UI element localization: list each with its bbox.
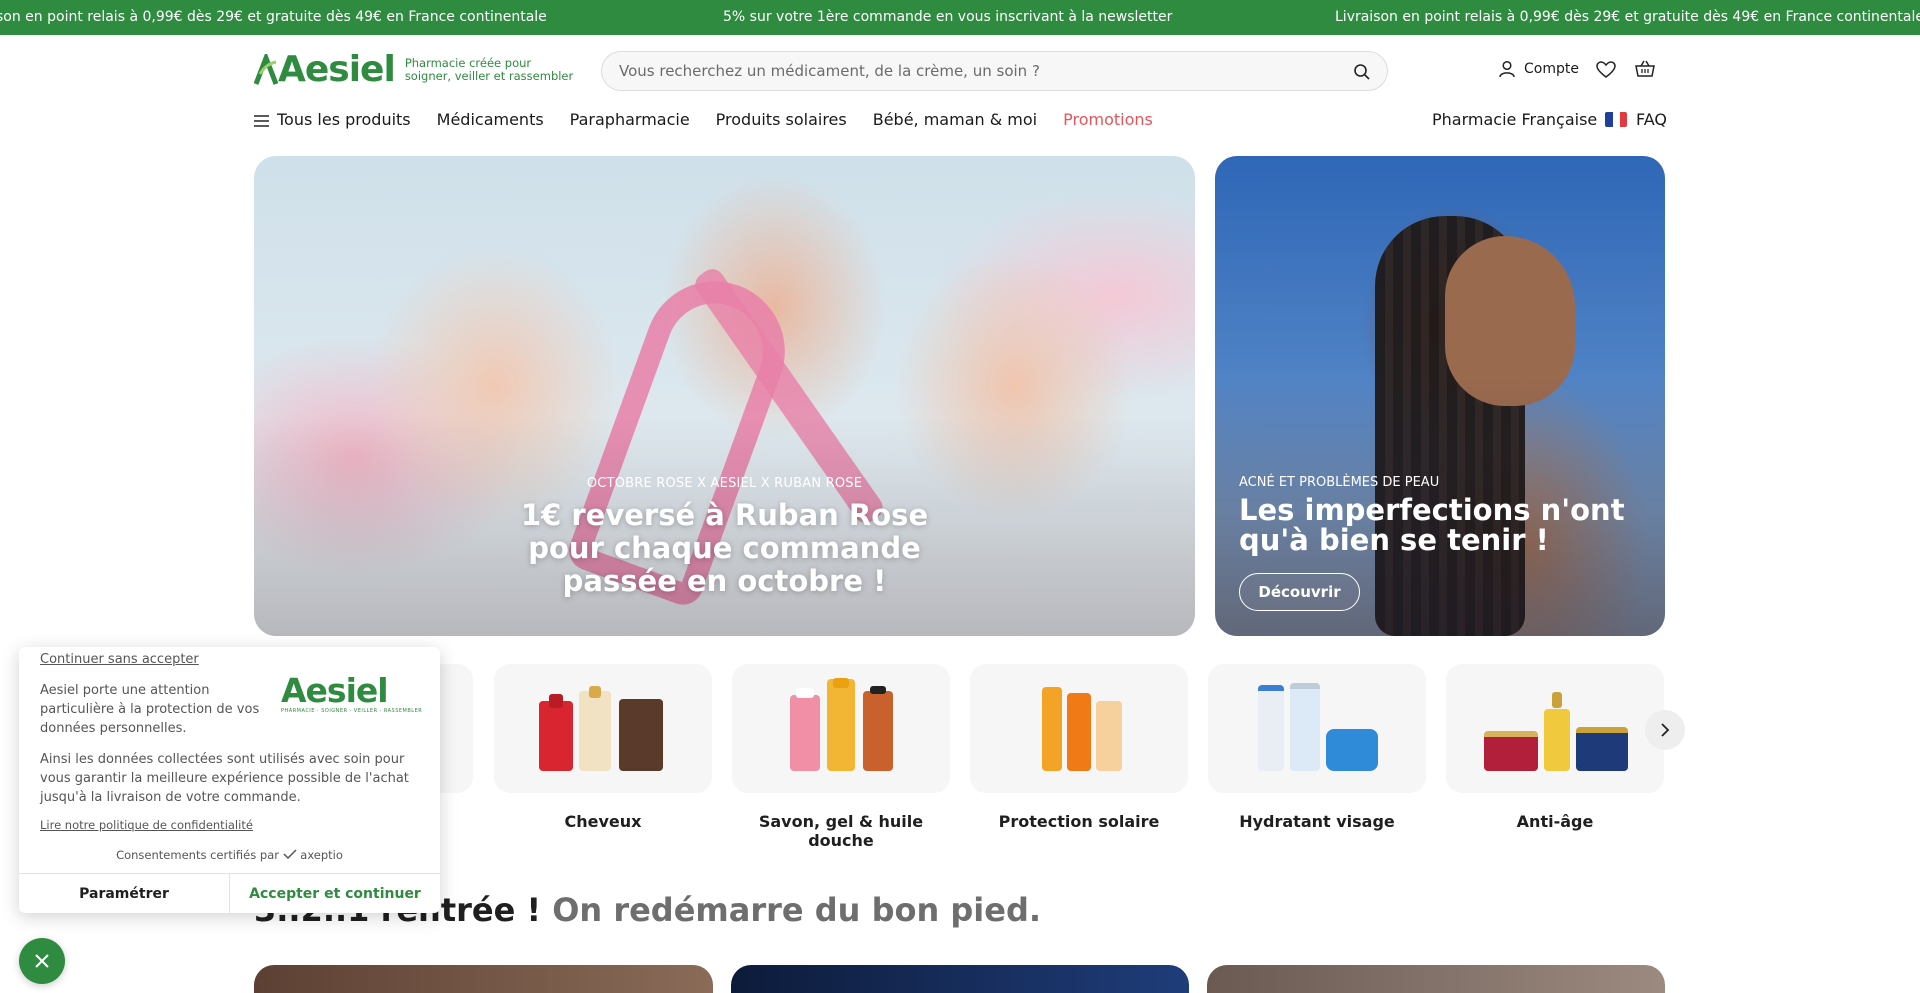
announcement-message[interactable]: 5% sur votre 1ère commande en vous inscr… xyxy=(723,9,1172,25)
heart-icon[interactable] xyxy=(1596,61,1616,79)
announcement-bar: son en point relais à 0,99€ dès 29€ et g… xyxy=(0,0,1920,35)
search-bar xyxy=(601,51,1388,91)
privacy-policy-link[interactable]: Lire notre politique de confidentialité xyxy=(40,818,253,832)
french-flag-icon xyxy=(1605,112,1628,127)
certifier-name: axeptio xyxy=(300,848,343,862)
category-label: Hydratant visage xyxy=(1239,812,1395,831)
category-label: Protection solaire xyxy=(998,812,1160,831)
search-icon[interactable] xyxy=(1353,63,1371,81)
pharmacy-origin: Pharmacie Française xyxy=(1432,110,1628,129)
certified-label: Consentements certifiés par xyxy=(116,848,279,862)
close-icon xyxy=(35,954,49,968)
account-link[interactable]: Compte xyxy=(1498,60,1579,78)
hero-headline: 1€ reversé à Ruban Rose pour chaque comm… xyxy=(520,498,929,598)
main-nav: Tous les produits Médicaments Parapharma… xyxy=(254,110,1179,129)
category-card-cheveux[interactable]: Cheveux xyxy=(494,664,712,831)
promo-card[interactable] xyxy=(254,965,713,993)
leaf-icon xyxy=(254,54,278,85)
nav-item-all-products[interactable]: Tous les produits xyxy=(254,110,411,129)
carousel-next-button[interactable] xyxy=(1645,710,1685,750)
consent-text: Aesiel porte une attention particulière … xyxy=(40,683,260,736)
discover-button[interactable]: Découvrir xyxy=(1239,573,1360,611)
hero-eyebrow: OCTOBRE ROSE X AESIEL X RUBAN ROSE xyxy=(586,476,863,491)
consent-settings-button[interactable]: Paramétrer xyxy=(19,874,230,913)
category-image xyxy=(1208,664,1426,793)
user-icon xyxy=(1499,60,1515,78)
hero-banner-side[interactable]: ACNÉ ET PROBLÈMES DE PEAU Les imperfecti… xyxy=(1215,156,1665,636)
announcement-message: son en point relais à 0,99€ dès 29€ et g… xyxy=(0,9,547,25)
nav-item-bebe-maman[interactable]: Bébé, maman & moi xyxy=(873,110,1037,129)
category-image xyxy=(732,664,950,793)
consent-logo-tagline: PHARMACIE · SOIGNER · VEILLER · RASSEMBL… xyxy=(281,708,423,714)
nav-item-produits-solaires[interactable]: Produits solaires xyxy=(716,110,847,129)
accept-and-continue-button[interactable]: Accepter et continuer xyxy=(230,874,440,913)
category-label: Savon, gel & huile douche xyxy=(758,812,924,850)
hero-main-text: OCTOBRE ROSE X AESIEL X RUBAN ROSE 1€ re… xyxy=(254,476,1195,598)
announcement-message: Livraison en point relais à 0,99€ dès 29… xyxy=(1335,9,1920,25)
category-image xyxy=(494,664,712,793)
site-logo[interactable]: Aesiel Pharmacie créée pour soigner, vei… xyxy=(254,52,575,88)
hero-banner-main[interactable]: OCTOBRE ROSE X AESIEL X RUBAN ROSE 1€ re… xyxy=(254,156,1195,636)
category-card-anti-age[interactable]: Anti-âge xyxy=(1446,664,1664,831)
close-consent-button[interactable] xyxy=(19,938,65,984)
checkmark-icon xyxy=(283,849,297,860)
category-card-savon[interactable]: Savon, gel & huile douche xyxy=(732,664,950,850)
promo-card[interactable] xyxy=(731,965,1189,993)
logo-tagline: Pharmacie créée pour soigner, veiller et… xyxy=(404,56,574,83)
hero-eyebrow: ACNÉ ET PROBLÈMES DE PEAU xyxy=(1239,475,1440,490)
continue-without-accepting-link[interactable]: Continuer sans accepter xyxy=(40,652,199,667)
chevron-right-icon xyxy=(1661,723,1670,737)
nav-item-medicaments[interactable]: Médicaments xyxy=(437,110,544,129)
nav-item-parapharmacie[interactable]: Parapharmacie xyxy=(570,110,690,129)
logo-wordmark: Aesiel xyxy=(278,49,396,90)
category-label: Cheveux xyxy=(564,812,642,831)
nav-item-promotions[interactable]: Promotions xyxy=(1063,110,1153,129)
menu-icon xyxy=(254,114,269,127)
pharmacy-label: Pharmacie Française xyxy=(1432,110,1598,129)
account-label: Compte xyxy=(1524,61,1579,77)
category-label: Anti-âge xyxy=(1516,812,1594,831)
consent-certification: Consentements certifiés par axeptio xyxy=(19,848,440,862)
basket-icon[interactable] xyxy=(1635,60,1655,78)
search-input[interactable] xyxy=(602,62,1302,80)
category-card-hydratant[interactable]: Hydratant visage xyxy=(1208,664,1426,831)
section-title-muted: On redémarre du bon pied. xyxy=(552,891,1042,929)
nav-item-label: Tous les produits xyxy=(277,110,411,129)
cookie-consent-dialog: Continuer sans accepter Aesiel porte une… xyxy=(19,647,440,913)
promo-card[interactable] xyxy=(1207,965,1665,993)
faq-link[interactable]: FAQ xyxy=(1636,110,1667,129)
category-image xyxy=(1446,664,1664,793)
consent-text: Ainsi les données collectées sont utilis… xyxy=(40,752,409,805)
consent-logo: Aesiel PHARMACIE · SOIGNER · VEILLER · R… xyxy=(281,671,422,714)
consent-buttons: Paramétrer Accepter et continuer xyxy=(19,873,440,913)
hero-headline: Les imperfections n'ont qu'à bien se ten… xyxy=(1239,493,1625,557)
consent-logo-wordmark: Aesiel xyxy=(281,671,389,710)
category-image xyxy=(970,664,1188,793)
category-card-protection-solaire[interactable]: Protection solaire xyxy=(970,664,1188,831)
